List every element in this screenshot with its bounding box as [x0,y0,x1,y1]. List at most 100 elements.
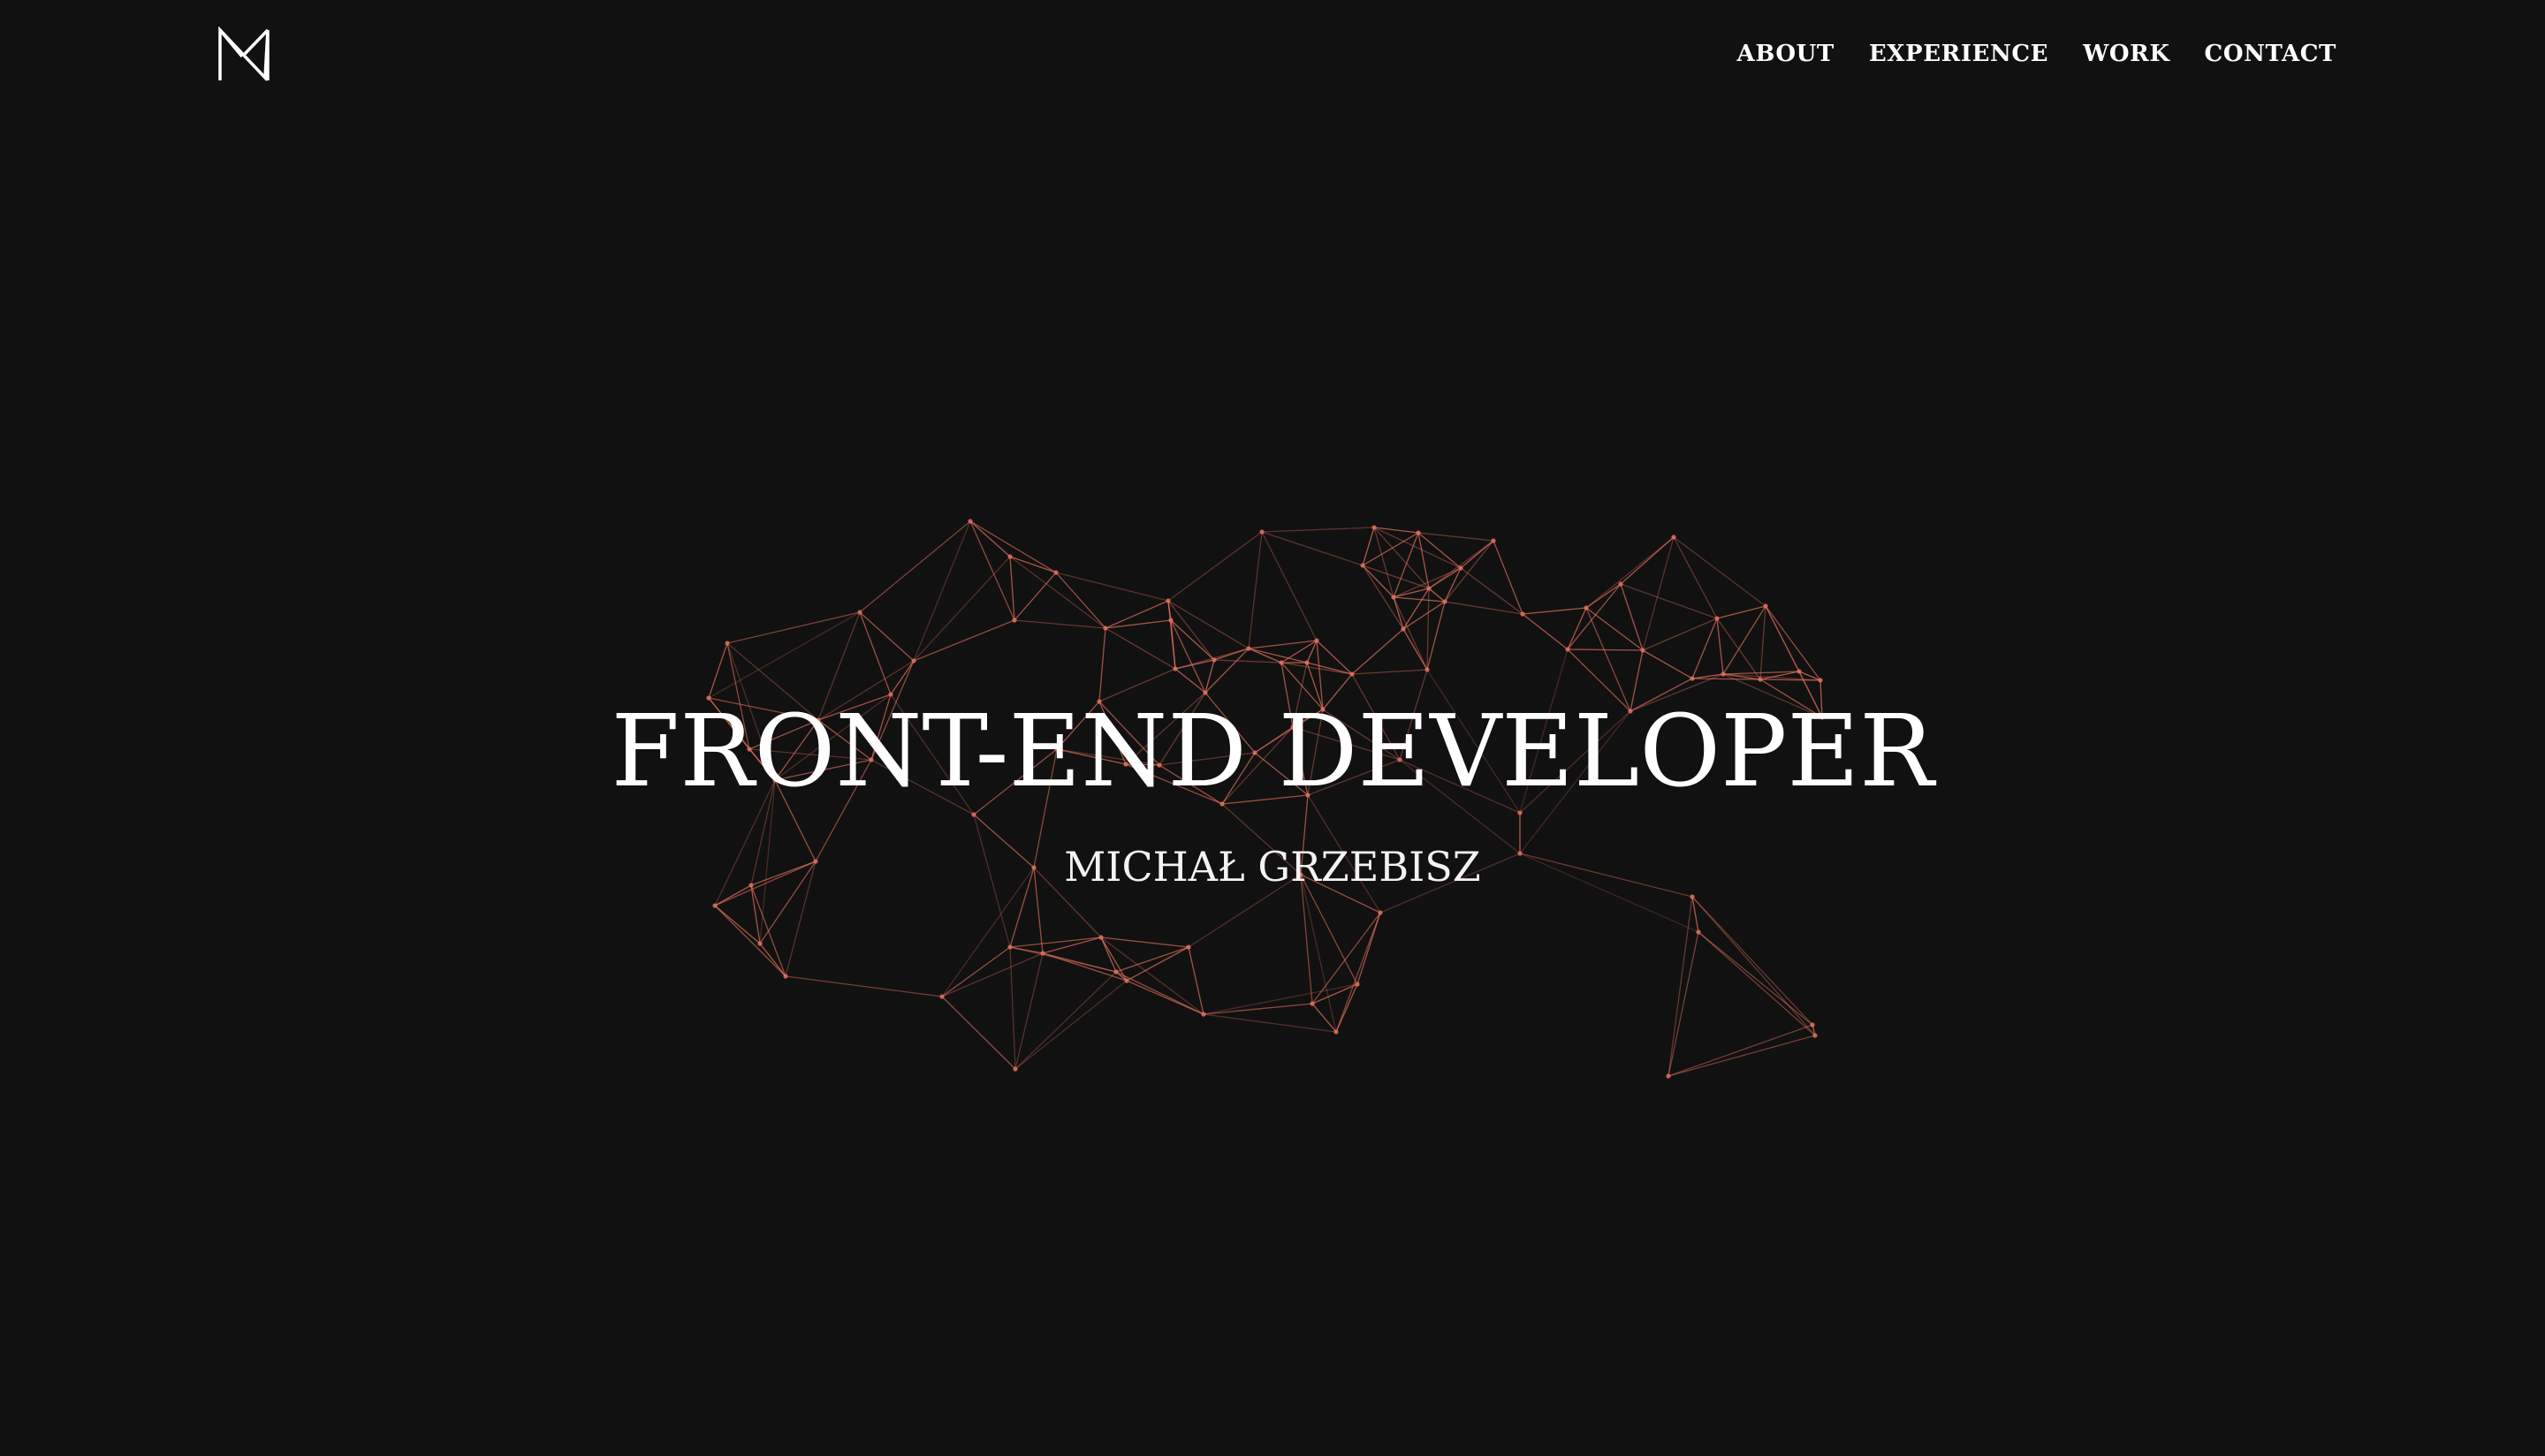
network-node [1360,563,1365,568]
network-node [1349,671,1355,677]
network-node [1168,618,1174,623]
network-line [1033,748,1058,868]
network-line [817,719,872,761]
network-line [1630,678,1693,712]
network-line [1203,983,1358,1015]
network-line [1519,853,1693,898]
network-node [1290,724,1295,730]
logo-link[interactable] [216,27,272,83]
network-line [1567,648,1644,651]
network-line [1417,532,1462,569]
network-line [1174,668,1206,694]
network-line [1630,673,1724,712]
network-line [1159,752,1256,766]
network-node [1012,618,1017,623]
network-line [1280,662,1294,728]
network-node [1031,865,1037,870]
network-node [1013,1066,1018,1072]
network-node [706,695,711,701]
network-node [1124,978,1129,983]
network-line [1393,596,1446,603]
network-node [1053,570,1059,575]
main-nav: ABOUT EXPERIENCE WORK CONTACT [1737,39,2336,69]
network-line [1585,583,1622,609]
network-line [1203,1003,1313,1015]
network-node [1212,657,1217,663]
network-node [1219,801,1225,807]
network-node [1040,951,1045,956]
network-node [748,883,754,888]
network-line [1620,583,1718,619]
network-node [857,610,862,615]
network-line [1014,572,1057,621]
network-node [1424,667,1430,672]
network-line [785,975,943,997]
network-line [1567,607,1587,650]
network-line [750,884,761,944]
network-line [1203,1013,1337,1033]
network-node [1797,669,1802,674]
network-line [817,694,892,721]
network-line [774,779,817,862]
network-line [1261,531,1318,641]
network-node [1721,671,1726,677]
network-node [725,641,730,646]
nav-about[interactable]: ABOUT [1737,39,1835,69]
network-node [1166,598,1171,603]
network-line [726,611,861,644]
network-node [1758,677,1763,682]
network-node [1520,611,1525,617]
network-line [1351,669,1428,675]
network-line [913,619,1015,662]
network-line [817,611,861,721]
network-line [1642,649,1693,679]
network-line [1335,912,1381,1033]
network-node [968,519,973,524]
network-line [1221,803,1302,876]
network-line [1307,709,1324,796]
network-line [1300,794,1309,876]
particle-network-background [706,519,1825,1079]
network-node [1584,605,1589,610]
network-line [1167,531,1263,602]
network-node [911,658,916,664]
network-line [1428,588,1446,603]
network-line [1009,867,1035,948]
network-node [1458,565,1463,571]
network-node [1203,690,1208,695]
network-line [1819,679,1823,718]
network-line [1402,628,1428,671]
network-node [1298,872,1303,877]
network-line [1014,980,1128,1070]
network-node [816,717,821,723]
network-line [913,520,971,662]
network-line [1125,763,1223,805]
network-node [971,812,976,817]
nav-work[interactable]: WORK [2083,39,2169,69]
network-line [969,520,1011,557]
network-line [1221,726,1294,805]
network-line [1188,874,1302,948]
network-node [747,747,752,752]
network-node [1714,616,1720,621]
network-node [1113,969,1119,974]
network-line [1759,605,1766,680]
network-line [1105,627,1176,670]
network-line [1009,946,1044,954]
network-node [1671,535,1676,540]
network-node [1416,530,1421,535]
network-line [1399,759,1521,814]
network-line [1248,531,1263,649]
network-node [1517,851,1523,856]
network-line [1098,627,1106,702]
nav-experience[interactable]: EXPERIENCE [1869,39,2048,69]
network-line [1379,853,1521,914]
network-node [1618,581,1623,587]
network-line [1125,692,1206,765]
site-header: ABOUT EXPERIENCE WORK CONTACT [0,0,2545,110]
network-line [1033,867,1102,938]
network-line [1292,662,1308,728]
network-node [1103,626,1108,631]
network-line [859,611,915,662]
nav-contact[interactable]: CONTACT [2205,39,2336,69]
